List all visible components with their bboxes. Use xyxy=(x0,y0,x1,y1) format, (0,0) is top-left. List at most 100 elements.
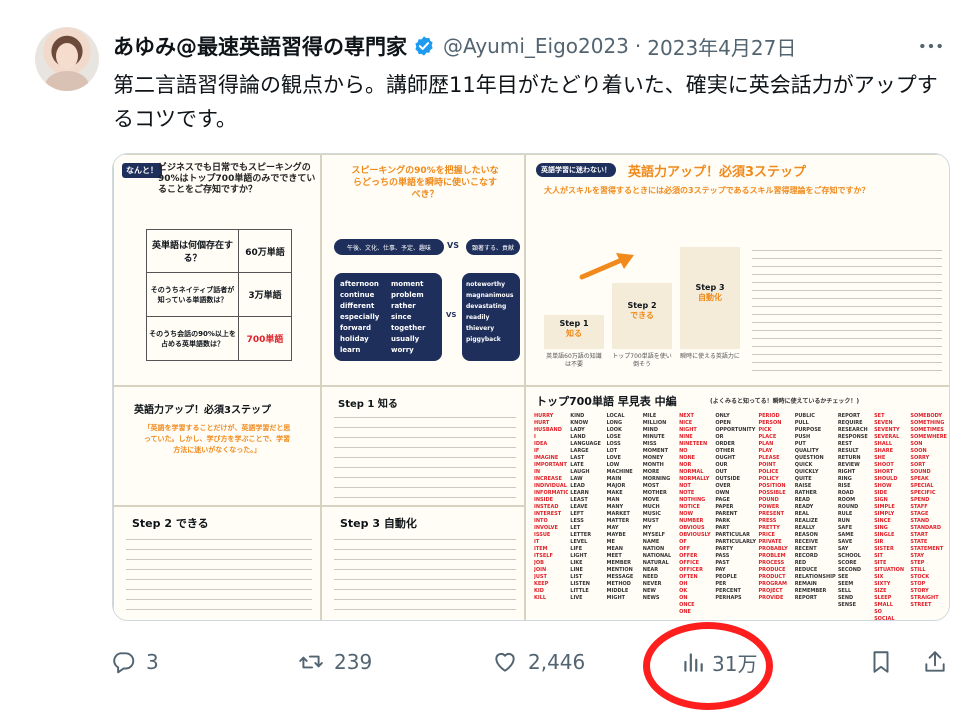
p6-word: LIVE xyxy=(570,595,583,601)
heart-icon xyxy=(495,652,515,672)
p6-word: QUITE xyxy=(794,476,812,482)
display-name[interactable]: あゆみ@最速英語習得の専門家 xyxy=(113,31,407,61)
p3-step-word: できる xyxy=(630,311,654,320)
p3-step-desc: 瞬時に使える英語力に xyxy=(680,353,740,360)
p6-word: OFF xyxy=(679,546,691,552)
p6-word-column: ONLY OPEN OPPORTUNITY OR ORDER OTHER OUGHT OUR O… xyxy=(715,413,756,620)
p6-word: PRODUCT xyxy=(758,574,786,580)
p3-subtitle: 大人がスキルを習得するときには必須の3ステップであるスキル習得理論をご存知ですか… xyxy=(544,186,870,195)
p6-word: NONE xyxy=(679,455,696,461)
p6-word: RISE xyxy=(837,483,851,489)
p6-word: OBVIOUS xyxy=(679,525,705,531)
p6-word: PAGE xyxy=(715,497,730,503)
p6-word: NEED xyxy=(642,574,658,580)
p6-word: MIGHT xyxy=(606,595,626,601)
p6-word: PRODUCE xyxy=(758,567,786,573)
p2-word: continue xyxy=(340,291,375,299)
tweet-date[interactable]: 2023年4月27日 xyxy=(647,32,796,61)
p6-word: OBVIOUSLY xyxy=(679,532,711,538)
p6-word: PERHAPS xyxy=(715,595,742,601)
p6-word: RESULT xyxy=(837,448,859,454)
bookmark-button[interactable] xyxy=(868,640,894,684)
p6-word: NOW xyxy=(679,511,694,517)
p6-word: REST xyxy=(837,441,853,447)
p6-word: RESEARCH xyxy=(837,427,868,433)
p6-word: LOOK xyxy=(606,427,622,433)
p2-word: afternoon xyxy=(340,280,379,288)
p6-word: MACHINE xyxy=(606,469,633,475)
p5-body-text xyxy=(334,413,516,501)
p6-word-column: PERIOD PERSON PICK PLACE PLAN PLAY PLEASE POINT… xyxy=(758,413,792,620)
p3-step-desc: 英単語60万語の知識は不要 xyxy=(546,353,602,368)
p6-word: PARTY xyxy=(715,546,734,552)
p6-word: KILL xyxy=(534,595,547,601)
p6-word: SITUATION xyxy=(874,567,905,573)
p6-word: MAIN xyxy=(606,476,622,482)
p3-tag: 英語学習に迷わない！ xyxy=(536,163,616,177)
tweet-media-image[interactable]: なんと！ ビジネスでも日常でもスピーキングの90%はトップ700単語のみでできて… xyxy=(112,153,950,621)
p2-word: learn xyxy=(340,346,361,354)
p6-word: LAUGH xyxy=(570,469,590,475)
p6-word: KIND xyxy=(570,413,585,419)
p6-word: ITSELF xyxy=(534,553,553,559)
p6-word: NATURAL xyxy=(642,560,669,566)
p6-word: STATEMENT xyxy=(910,546,944,552)
retweet-count: 239 xyxy=(334,650,373,674)
p6-word: NEXT xyxy=(679,413,694,419)
p6-word: OVER xyxy=(715,483,731,489)
p6-word: MESSAGE xyxy=(606,574,634,580)
avatar[interactable] xyxy=(35,27,99,91)
p6-word: NEAR xyxy=(642,567,659,573)
p2-word: readily xyxy=(466,314,490,321)
p6-word: LEVEL xyxy=(570,539,588,545)
p6-word: INVOLVE xyxy=(534,525,558,531)
like-button[interactable]: 2,446 xyxy=(492,640,585,684)
p6-word: NOTICE xyxy=(679,504,700,510)
p6-word: LARGE xyxy=(570,448,589,454)
reply-button[interactable]: 3 xyxy=(110,640,159,684)
tweet-text: 第二言語習得論の観点から。講師歴11年目がたどり着いた、確実に英会話力がアップす… xyxy=(113,73,938,131)
p6-word: INDIVIDUAL xyxy=(534,483,567,489)
more-options-icon[interactable] xyxy=(918,33,944,65)
p6-word: REASON xyxy=(794,532,818,538)
p6-word: OFFICER xyxy=(679,567,703,573)
p1-row-question: そのうちネイティブ話者が知っている単語数は？ xyxy=(147,273,239,316)
p6-word: OH xyxy=(679,581,688,587)
p2-rare-words-box: noteworthy magnanimous devastating readi… xyxy=(462,273,520,361)
p6-word: PULL xyxy=(794,420,809,426)
retweet-button[interactable]: 239 xyxy=(298,640,372,684)
p2-word: problem xyxy=(391,291,424,299)
p6-word: MAY xyxy=(606,525,619,531)
p6-word: STAY xyxy=(910,553,924,559)
p2-word: different xyxy=(340,302,375,310)
p2-word: rather xyxy=(391,302,416,310)
p6-word: ONLY xyxy=(715,413,730,419)
p6-word: SET xyxy=(874,413,885,419)
p6-word: IN xyxy=(534,469,541,475)
p6-word: IF xyxy=(534,448,540,454)
infographic-panel-3: 英語学習に迷わない！ 英語力アップ！必須3ステップ 大人がスキルを習得するときに… xyxy=(525,154,949,386)
p6-word: QUICKLY xyxy=(794,469,819,475)
p6-word: PROBABLY xyxy=(758,546,788,552)
p6-word-column: SET SEVEN SEVENTY SEVERAL SHALL SHARE SHE SHOOT… xyxy=(874,413,908,620)
p6-word: NICE xyxy=(679,420,693,426)
p6-word: PER xyxy=(715,581,727,587)
p6-word: MARKET xyxy=(606,511,630,517)
p6-word: SHE xyxy=(874,455,886,461)
p6-word: KEEP xyxy=(534,581,549,587)
p6-word: NINETEEN xyxy=(679,441,708,447)
p6-word: REALLY xyxy=(794,525,816,531)
p6-note: (よくみると知ってる！瞬時に使えているかチェック！) xyxy=(710,398,860,405)
p6-word: LEAVE xyxy=(570,504,588,510)
share-button[interactable] xyxy=(922,640,948,684)
p6-word: POWER xyxy=(758,504,780,510)
p6-word: OTHER xyxy=(715,448,735,454)
p3-step1-block: Step 1 知る xyxy=(544,315,604,349)
p6-word: LATE xyxy=(570,462,584,468)
p6-word-column: HURRY HURT HUSBAND I IDEA IF IMAGINE IMPORTANT I… xyxy=(534,413,568,620)
avatar-body xyxy=(45,71,89,91)
p6-word: MATTER xyxy=(606,518,630,524)
p2-word: piggyback xyxy=(466,336,501,343)
p6-word: LOVE xyxy=(606,455,621,461)
user-handle[interactable]: @Ayumi_Eigo2023 xyxy=(443,34,629,58)
